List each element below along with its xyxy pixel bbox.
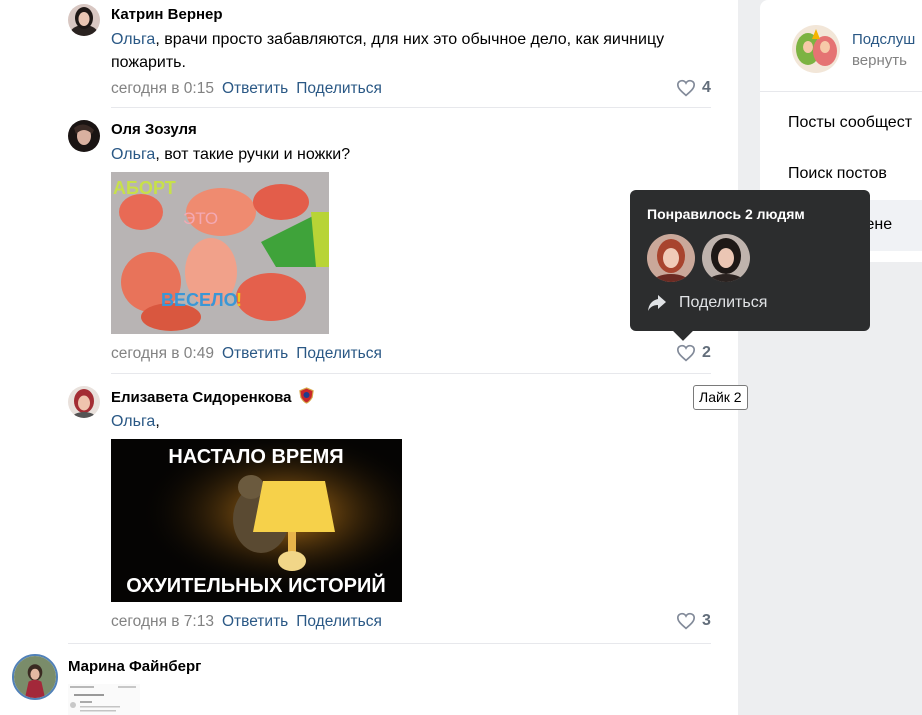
- comment-meta: сегодня в 0:49 Ответить Поделиться: [111, 345, 382, 363]
- club-badge-icon: [298, 387, 314, 404]
- liker-avatar[interactable]: [647, 234, 695, 282]
- like-hint-tooltip: Лайк 2: [693, 385, 748, 410]
- comment-author[interactable]: Елизавета Сидоренкова: [111, 387, 315, 406]
- mention-link[interactable]: Ольга: [111, 31, 155, 48]
- comment-author[interactable]: Марина Файнберг: [68, 658, 201, 675]
- comments-feed: Катрин Вернер Ольга, врачи просто забавл…: [0, 0, 738, 715]
- photo-caption: НАСТАЛО ВРЕМЯ: [168, 446, 343, 468]
- share-link[interactable]: Поделиться: [296, 613, 382, 630]
- comment-meta: сегодня в 0:15 Ответить Поделиться: [111, 80, 382, 98]
- photo-caption: !: [236, 290, 242, 310]
- comment: Марина Файнберг: [0, 644, 738, 715]
- back-link[interactable]: вернуть: [852, 52, 907, 69]
- like-count: 4: [702, 79, 711, 96]
- like-button[interactable]: 3: [676, 612, 711, 630]
- comment-time[interactable]: сегодня в 0:15: [111, 80, 214, 97]
- comment: Катрин Вернер Ольга, врачи просто забавл…: [0, 0, 738, 108]
- tooltip-share[interactable]: Поделиться: [647, 294, 767, 312]
- reply-link[interactable]: Ответить: [222, 613, 288, 630]
- community-link[interactable]: Подслуш: [852, 31, 915, 48]
- comment-meta: сегодня в 7:13 Ответить Поделиться: [111, 613, 382, 631]
- reply-link[interactable]: Ответить: [222, 345, 288, 362]
- mention-link[interactable]: Ольга: [111, 146, 155, 163]
- avatar[interactable]: [68, 386, 100, 418]
- comment-author[interactable]: Оля Зозуля: [111, 121, 197, 138]
- like-count: 2: [702, 344, 711, 361]
- avatar[interactable]: [68, 120, 100, 152]
- sidebar-item-search-posts[interactable]: Поиск постов: [788, 165, 887, 183]
- comment-photo[interactable]: АБОРТ ЭТО ВЕСЕЛО !: [111, 172, 329, 334]
- comment-text: Ольга, врачи просто забавляются, для них…: [111, 28, 701, 74]
- comment-author[interactable]: Катрин Вернер: [111, 6, 223, 23]
- avatar[interactable]: [68, 4, 100, 36]
- sidebar-item-community-posts[interactable]: Посты сообщест: [788, 114, 912, 132]
- heart-icon: [676, 344, 696, 362]
- comment-text: Ольга, вот такие ручки и ножки?: [111, 143, 701, 166]
- reply-link[interactable]: Ответить: [222, 80, 288, 97]
- comment-text: Ольга,: [111, 410, 701, 433]
- comment-time[interactable]: сегодня в 7:13: [111, 613, 214, 630]
- likes-tooltip: Понравилось 2 людям Поделиться: [630, 190, 870, 341]
- liker-avatar[interactable]: [702, 234, 750, 282]
- community-avatar[interactable]: [792, 25, 840, 73]
- comment-time[interactable]: сегодня в 0:49: [111, 345, 214, 362]
- comment-body: , врачи просто забавляются, для них это …: [111, 31, 665, 71]
- photo-caption: АБОРТ: [113, 178, 176, 198]
- share-icon: [648, 295, 666, 311]
- comment-body: , вот такие ручки и ножки?: [155, 146, 351, 163]
- photo-caption: ОХУИТЕЛЬНЫХ ИСТОРИЙ: [126, 573, 386, 597]
- comment-photo[interactable]: НАСТАЛО ВРЕМЯ ОХУИТЕЛЬНЫХ ИСТОРИЙ: [111, 439, 402, 602]
- like-button[interactable]: 4: [676, 79, 711, 97]
- comment: Елизавета Сидоренкова Ольга, НАСТАЛО ВРЕ…: [0, 374, 738, 644]
- comment-body: ,: [155, 413, 160, 430]
- tooltip-share-label: Поделиться: [679, 294, 768, 311]
- share-link[interactable]: Поделиться: [296, 345, 382, 362]
- comment-photo[interactable]: [68, 684, 140, 715]
- tooltip-title[interactable]: Понравилось 2 людям: [647, 206, 805, 222]
- mention-link[interactable]: Ольга: [111, 413, 155, 430]
- share-link[interactable]: Поделиться: [296, 80, 382, 97]
- comment: Оля Зозуля Ольга, вот такие ручки и ножк…: [0, 108, 738, 373]
- photo-caption: ЭТО: [183, 209, 218, 228]
- divider: [760, 91, 922, 92]
- like-count: 3: [702, 612, 711, 629]
- heart-icon: [676, 79, 696, 97]
- like-button[interactable]: 2: [676, 344, 711, 362]
- author-name: Елизавета Сидоренкова: [111, 389, 292, 406]
- photo-caption: ВЕСЕЛО: [161, 290, 238, 310]
- heart-icon: [676, 612, 696, 630]
- avatar[interactable]: [12, 654, 58, 700]
